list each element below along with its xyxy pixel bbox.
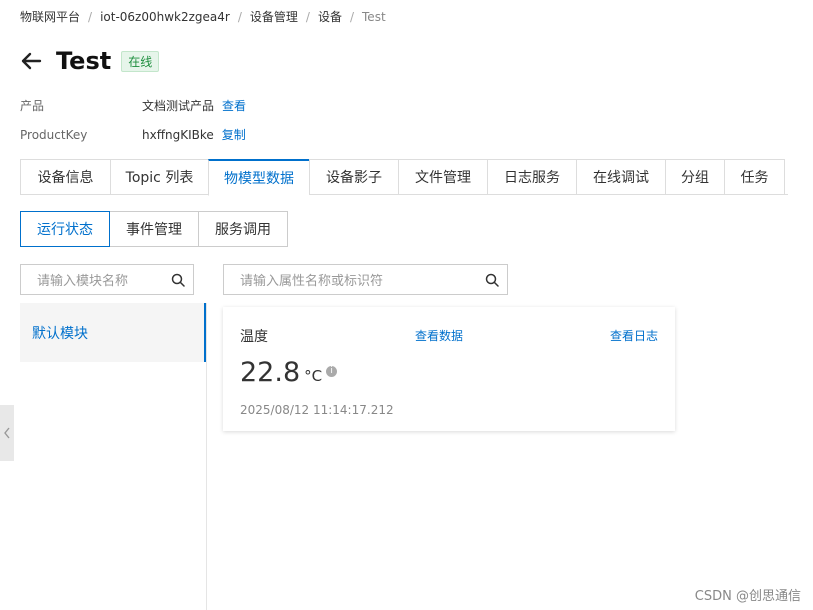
title-row: Test 在线 bbox=[20, 44, 160, 78]
subtab-event-management[interactable]: 事件管理 bbox=[109, 211, 199, 247]
breadcrumb-item-device[interactable]: 设备 bbox=[318, 8, 342, 25]
tab-online-debug[interactable]: 在线调试 bbox=[576, 159, 665, 195]
property-name: 温度 bbox=[240, 329, 268, 345]
info-icon[interactable]: i bbox=[326, 366, 338, 377]
watermark: CSDN @创思通信 bbox=[694, 589, 801, 604]
chevron-left-icon bbox=[4, 427, 10, 439]
page-title: Test bbox=[56, 47, 112, 75]
main-tabs: 设备信息 Topic 列表 物模型数据 设备影子 文件管理 日志服务 在线调试 … bbox=[20, 159, 788, 196]
search-icon[interactable] bbox=[171, 273, 185, 287]
property-timestamp: 2025/08/12 11:14:17.212 bbox=[240, 403, 394, 417]
productkey-row: ProductKey hxffngKIBke 复制 bbox=[20, 126, 246, 143]
tab-device-info[interactable]: 设备信息 bbox=[20, 159, 110, 195]
property-unit: °C bbox=[304, 367, 323, 385]
breadcrumb-separator: / bbox=[349, 9, 355, 24]
module-item-default[interactable]: 默认模块 bbox=[20, 303, 206, 362]
tab-group[interactable]: 分组 bbox=[665, 159, 724, 195]
property-card-temperature: 温度 查看数据 查看日志 22.8 °C i 2025/08/12 11:14:… bbox=[223, 307, 675, 431]
arrow-left-icon[interactable] bbox=[20, 50, 42, 72]
subtab-service-invoke[interactable]: 服务调用 bbox=[198, 211, 288, 247]
module-search-placeholder: 请输入模块名称 bbox=[37, 274, 129, 289]
product-label: 产品 bbox=[20, 99, 45, 113]
tab-device-shadow[interactable]: 设备影子 bbox=[309, 159, 398, 195]
property-value: 22.8 bbox=[240, 357, 301, 388]
tab-file-management[interactable]: 文件管理 bbox=[398, 159, 487, 195]
breadcrumb-item-platform[interactable]: 物联网平台 bbox=[20, 8, 80, 25]
product-value: 文档测试产品 bbox=[142, 99, 215, 113]
property-search-input[interactable]: 请输入属性名称或标识符 bbox=[223, 264, 508, 295]
tab-topic-list[interactable]: Topic 列表 bbox=[110, 159, 208, 195]
sub-tabs: 运行状态 事件管理 服务调用 bbox=[20, 211, 288, 247]
view-product-link[interactable]: 查看 bbox=[222, 97, 246, 114]
tab-task[interactable]: 任务 bbox=[724, 159, 785, 195]
productkey-label: ProductKey bbox=[20, 127, 88, 142]
search-icon[interactable] bbox=[485, 273, 499, 287]
property-search-placeholder: 请输入属性名称或标识符 bbox=[240, 274, 384, 289]
breadcrumb-separator: / bbox=[237, 9, 242, 24]
product-row: 产品 文档测试产品 查看 bbox=[20, 97, 246, 114]
breadcrumb-separator: / bbox=[88, 9, 93, 24]
breadcrumb-item-device-management[interactable]: 设备管理 bbox=[250, 8, 298, 25]
subtab-running-status[interactable]: 运行状态 bbox=[20, 211, 110, 247]
copy-productkey-link[interactable]: 复制 bbox=[222, 126, 246, 143]
module-list: 默认模块 bbox=[20, 303, 207, 610]
tab-thing-model-data[interactable]: 物模型数据 bbox=[208, 159, 309, 196]
breadcrumb-separator: / bbox=[305, 9, 310, 24]
productkey-value: hxffngKIBke bbox=[142, 127, 214, 142]
breadcrumb: 物联网平台 / iot-06z00hwk2zgea4r / 设备管理 / 设备 … bbox=[20, 8, 386, 25]
breadcrumb-item-instance[interactable]: iot-06z00hwk2zgea4r bbox=[100, 10, 230, 24]
tab-log-service[interactable]: 日志服务 bbox=[487, 159, 576, 195]
view-log-link[interactable]: 查看日志 bbox=[610, 327, 658, 344]
status-badge: 在线 bbox=[121, 50, 160, 72]
module-search-input[interactable]: 请输入模块名称 bbox=[20, 264, 194, 295]
property-value-row: 22.8 °C i bbox=[240, 357, 338, 388]
sidebar-collapse-handle[interactable] bbox=[0, 405, 14, 461]
breadcrumb-current: Test bbox=[362, 9, 386, 24]
view-data-link[interactable]: 查看数据 bbox=[415, 327, 463, 344]
